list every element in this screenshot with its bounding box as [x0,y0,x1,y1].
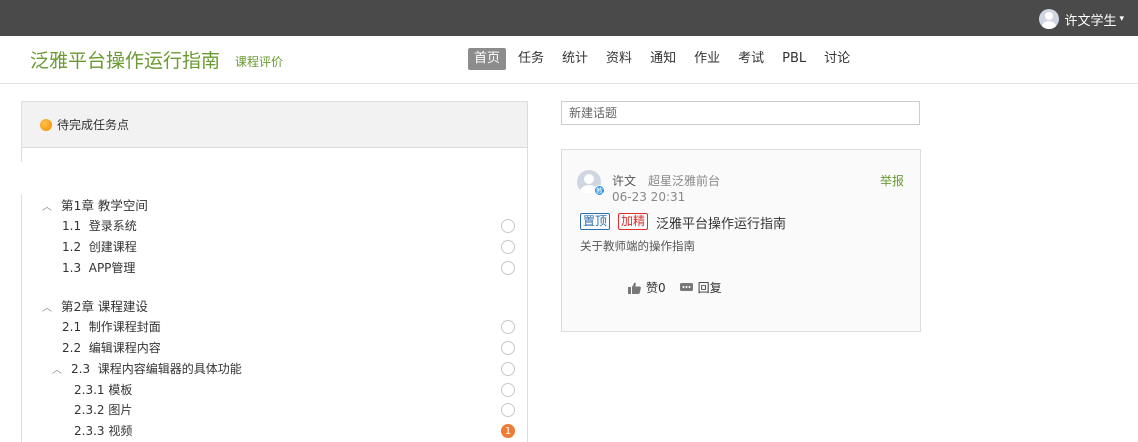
task-item-1-3[interactable]: 1.3 APP管理 [62,259,135,276]
orange-dot-icon [40,118,52,131]
task-item-1-1[interactable]: 1.1 登录系统 [62,217,137,234]
task-item-2-2[interactable]: 2.2 编辑课程内容 [62,339,161,356]
task-status-circle[interactable] [501,341,515,355]
nav-tab-exams[interactable]: 考试 [732,48,770,70]
nav-tab-tasks[interactable]: 任务 [512,48,550,70]
like-button[interactable]: 赞0 [628,279,666,296]
nav-tab-stats[interactable]: 统计 [556,48,594,70]
post-time: 06-23 20:31 [612,190,686,204]
task-item-2-3[interactable]: ︿ 2.3 课程内容编辑器的具体功能 [52,360,242,377]
nav-tab-home[interactable]: 首页 [468,48,507,70]
post-author[interactable]: 许文 [612,172,636,189]
avatar [1039,9,1060,29]
course-header: 泛雅平台操作运行指南 课程评价 首页 任务 统计 资料 通知 作业 考试 PBL… [0,36,1138,84]
task-item-2-3-1[interactable]: 2.3.1 模板 [74,381,132,398]
discussion-post: 教 许文 超星泛雅前台 06-23 20:31 举报 置顶 加精 泛雅平台操作运… [561,149,921,332]
thumbs-up-icon [628,282,641,294]
reply-button[interactable]: 回复 [679,279,722,296]
task-status-circle[interactable] [501,403,515,417]
task-item-1-2[interactable]: 1.2 创建课程 [62,238,137,255]
task-item-2-1[interactable]: 2.1 制作课程封面 [62,318,161,335]
task-status-circle[interactable] [501,240,515,254]
pinned-tag: 置顶 [580,213,611,230]
task-item-2-3-2[interactable]: 2.3.2 图片 [74,401,132,418]
chevron-up-icon: ︿ [52,365,62,376]
nav-tab-materials[interactable]: 资料 [600,48,638,70]
comment-icon [679,282,693,291]
caret-down-icon: ▾ [1119,14,1124,24]
post-description: 关于教师端的操作指南 [580,239,695,253]
featured-tag: 加精 [618,213,649,230]
nav-tab-homework[interactable]: 作业 [688,48,726,70]
teacher-badge-icon: 教 [594,185,605,196]
course-eval-link[interactable]: 课程评价 [235,53,283,70]
course-title: 泛雅平台操作运行指南 [30,50,221,72]
task-status-circle[interactable] [501,320,515,334]
post-actions: 赞0 回复 [628,279,736,296]
task-status-circle[interactable] [501,362,515,376]
chapter-2[interactable]: ︿ 第2章 课程建设 [42,296,148,315]
task-item-2-3-3[interactable]: 2.3.3 视频 [74,422,132,439]
pending-tasks-title: 待完成任务点 [57,118,130,132]
report-link[interactable]: 举报 [880,172,904,189]
chevron-up-icon: ︿ [42,202,52,213]
nav-tab-notices[interactable]: 通知 [644,48,682,70]
task-status-circle[interactable] [501,261,515,275]
task-status-circle[interactable] [501,383,515,397]
chevron-up-icon: ︿ [42,303,52,314]
nav-tab-pbl[interactable]: PBL [776,48,812,70]
like-count: 赞0 [646,281,666,295]
new-topic-input[interactable] [561,101,920,125]
chapter-1[interactable]: ︿ 第1章 教学空间 [42,195,148,214]
post-source: 超星泛雅前台 [648,174,721,188]
pending-tasks-header: 待完成任务点 [22,102,527,148]
user-menu[interactable]: 许文学生 ▾ [1039,9,1124,29]
pending-tasks-panel: 待完成任务点 ︿ 第1章 教学空间 1.1 登录系统 1.2 创建课程 1.3 A… [20,101,528,442]
top-bar: 许文学生 ▾ [0,0,1138,36]
task-count-badge[interactable]: 1 [501,424,515,438]
reply-label: 回复 [697,281,722,295]
nav-tab-discussion[interactable]: 讨论 [818,48,856,70]
task-status-circle[interactable] [501,219,515,233]
post-title[interactable]: 泛雅平台操作运行指南 [656,213,786,232]
user-name: 许文学生 [1064,13,1117,29]
course-nav: 首页 任务 统计 资料 通知 作业 考试 PBL 讨论 [468,48,862,70]
